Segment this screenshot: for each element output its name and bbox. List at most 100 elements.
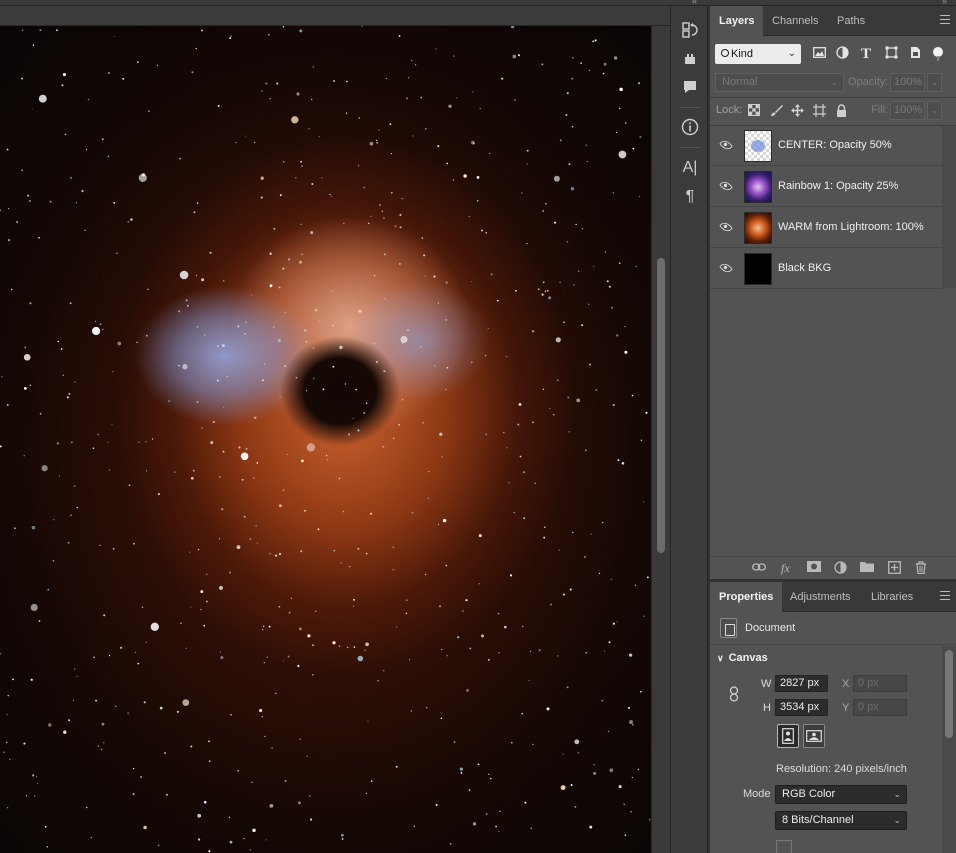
blend-mode-value: Normal [722,76,758,88]
document-icon [720,618,737,638]
landscape-orientation-button[interactable] [803,724,825,748]
layer-thumbnail [744,171,772,203]
properties-scrollbar[interactable] [942,646,956,853]
fx-icon[interactable]: fx [781,561,790,576]
lock-label: Lock: [716,104,743,116]
layer-name[interactable]: CENTER: Opacity 50% [778,139,892,151]
fill-label: Fill: [871,104,889,116]
height-field[interactable]: 3534 px [775,699,828,716]
lock-all-icon[interactable] [834,104,848,118]
tool-separator [679,107,701,108]
layer-thumbnail [744,130,772,162]
trash-icon[interactable] [915,561,927,577]
eye-icon[interactable] [719,179,733,193]
eye-icon[interactable] [719,220,733,234]
x-field[interactable]: 0 px [853,675,907,692]
chevron-down-icon: ∨ [717,653,724,663]
chevron-down-icon: ⌄ [893,789,901,799]
adjustment-icon[interactable] [834,561,847,577]
search-icon [721,49,729,57]
mask-icon[interactable] [807,561,821,575]
info-icon[interactable] [679,116,701,138]
tab-layers[interactable]: Layers [710,6,764,36]
layers-panel: Layers Channels Paths Kind ⌄ T Normal ⌄ [710,6,956,579]
properties-scroll-thumb[interactable] [945,650,953,738]
adjustment-filter-icon[interactable] [834,46,850,62]
color-mode-select[interactable]: RGB Color ⌄ [775,785,907,804]
fill-dropdown[interactable]: ⌄ [927,101,942,120]
new-layer-icon[interactable] [888,561,901,577]
document-label: Document [745,621,796,634]
panel-icon-column: A| ¶ [670,6,708,853]
tab-channels[interactable]: Channels [763,6,827,36]
tool-separator [679,147,701,148]
opacity-field[interactable]: 100% [890,73,925,92]
layer-row[interactable]: Black BKG [710,249,942,289]
history-icon[interactable] [679,19,701,41]
filter-toggle-icon[interactable] [930,46,946,62]
layers-panel-tabs: Layers Channels Paths [710,6,956,36]
color-mode-value: RGB Color [782,788,836,800]
bit-depth-select[interactable]: 8 Bits/Channel ⌄ [775,811,907,830]
mode-label: Mode [743,788,771,800]
layer-row[interactable]: WARM from Lightroom: 100% [710,208,942,248]
portrait-orientation-button[interactable] [777,724,799,748]
canvas-section-header[interactable]: ∨ Canvas [717,652,768,664]
shape-filter-icon[interactable] [883,46,899,62]
opacity-dropdown[interactable]: ⌄ [927,73,942,92]
character-icon[interactable]: A| [679,157,701,179]
folder-icon[interactable] [860,561,874,575]
filter-kind-select[interactable]: Kind ⌄ [715,44,801,64]
layer-name[interactable]: Rainbow 1: Opacity 25% [778,180,898,192]
layer-name[interactable]: WARM from Lightroom: 100% [778,221,924,233]
chevron-down-icon: ⌄ [787,48,796,59]
layer-row[interactable]: CENTER: Opacity 50% [710,126,942,166]
image-filter-icon[interactable] [811,46,827,62]
x-label: X [842,678,850,690]
tab-libraries[interactable]: Libraries [862,582,922,612]
layer-row[interactable]: Rainbow 1: Opacity 25% [710,167,942,207]
lock-image-brush-icon[interactable] [769,104,783,118]
chevron-down-icon: ⌄ [830,77,838,87]
document-canvas[interactable] [0,26,651,853]
chevron-down-icon: ⌄ [931,77,939,87]
bit-depth-value: 8 Bits/Channel [782,814,854,826]
y-field[interactable]: 0 px [853,699,907,716]
layer-name[interactable]: Black BKG [778,262,831,274]
layers-footer: fx [710,556,956,579]
tab-properties[interactable]: Properties [710,582,783,612]
layers-scrollbar[interactable] [942,126,956,288]
properties-panel-tabs: Properties Adjustments Libraries [710,582,956,612]
layer-thumbnail [744,212,772,244]
canvas-vertical-scrollbar[interactable] [651,26,670,853]
lock-transparent-icon[interactable] [747,104,761,118]
lock-position-move-icon[interactable] [790,104,804,118]
lock-artboard-icon[interactable] [812,104,826,118]
comments-icon[interactable] [679,76,701,98]
blend-mode-select[interactable]: Normal ⌄ [715,73,844,92]
paragraph-icon[interactable]: ¶ [679,186,701,208]
canvas-scroll-thumb[interactable] [657,258,665,553]
eye-icon[interactable] [719,138,733,152]
width-field[interactable]: 2827 px [775,675,828,692]
panel-divider [710,644,956,645]
resolution-text: Resolution: 240 pixels/inch [776,763,907,775]
fill-field[interactable]: 100% [890,101,925,120]
opacity-label: Opacity: [848,76,889,88]
panel-menu-icon[interactable] [940,15,950,24]
eye-icon[interactable] [719,261,733,275]
filter-kind-value: Kind [731,48,754,60]
tab-paths[interactable]: Paths [828,6,874,36]
panel-menu-icon[interactable] [940,591,950,600]
link-dimensions-icon[interactable] [729,686,739,705]
y-label: Y [842,702,850,714]
height-label: H [763,702,771,714]
partial-control[interactable] [776,840,792,853]
actions-icon[interactable] [679,48,701,70]
properties-panel: Properties Adjustments Libraries Documen… [710,582,956,853]
tab-adjustments[interactable]: Adjustments [781,582,860,612]
width-label: W [761,678,772,690]
type-filter-icon[interactable]: T [858,46,874,62]
smart-object-filter-icon[interactable] [907,46,923,62]
link-icon[interactable] [752,561,766,575]
